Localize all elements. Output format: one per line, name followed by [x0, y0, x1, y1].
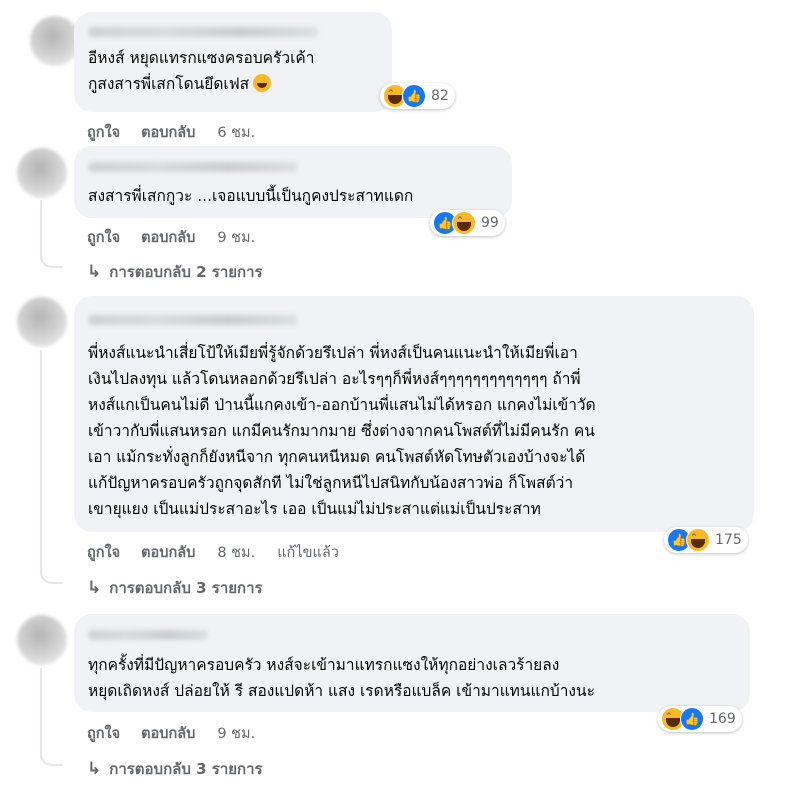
thread-connector [40, 568, 62, 584]
reaction-count: 99 [481, 215, 499, 231]
edited-indicator[interactable]: แก้ไขแล้ว [277, 541, 339, 564]
reaction-count: 169 [709, 711, 736, 727]
reaction-count: 82 [431, 88, 449, 104]
commenter-name-redacted[interactable] [88, 630, 208, 640]
laughing-emoji-icon [253, 74, 272, 92]
haha-reaction-icon: ^ ^ [686, 528, 710, 552]
comment-text: ทุกครั้งที่มีปัญหาครอบครัว หงส์จะเข้ามาแ… [88, 652, 595, 704]
comment-line: แก้ปัญหาครอบครัวถูกจุดสักที ไม่ใช่ลูกหนี… [88, 474, 574, 492]
commenter-name-redacted[interactable] [88, 315, 298, 325]
timestamp[interactable]: 8 ชม. [217, 541, 255, 564]
view-replies-link[interactable]: ↳ การตอบกลับ 2 รายการ [87, 260, 263, 284]
reply-arrow-icon: ↳ [87, 578, 102, 598]
reaction-summary[interactable]: ^ ^ 👍 82 [380, 83, 455, 109]
comment-line: อีหงส์ หยุดแทรกแซงครอบครัวเค้า [88, 49, 315, 67]
like-button[interactable]: ถูกใจ [87, 722, 120, 745]
view-replies-link[interactable]: ↳ การตอบกลับ 3 รายการ [87, 757, 263, 781]
like-button[interactable]: ถูกใจ [87, 541, 120, 564]
comment-actions: ถูกใจ ตอบกลับ 9 ชม. [87, 226, 255, 249]
comment-line: หงส์แกเป็นคนไม่ดี ป่านนี้แกคงเข้า-ออกบ้า… [88, 396, 596, 414]
thread-connector [40, 750, 62, 766]
comment-line: เอา แม้กระทั่งลูกก็ยังหนีจาก ทุกคนหนีหมด… [88, 448, 586, 466]
reply-button[interactable]: ตอบกลับ [141, 226, 195, 249]
comment-actions: ถูกใจ ตอบกลับ 8 ชม. แก้ไขแล้ว [87, 541, 339, 564]
comment-line: กูสงสารพี่เสกโดนยึดเฟส [88, 75, 250, 93]
comment-line: เขายุแยง เป็นแม่ประสาอะไร เออ เป็นแม่ไม่… [88, 500, 541, 518]
commenter-name-redacted[interactable] [88, 27, 318, 37]
reply-button[interactable]: ตอบกลับ [141, 121, 195, 144]
like-reaction-icon: 👍 [680, 707, 704, 731]
reaction-summary[interactable]: 👍 ^ ^ 99 [430, 210, 505, 236]
comment-text: สงสารพี่เสกกูวะ ...เจอแบบนี้เป็นกูคงประส… [88, 183, 413, 209]
like-button[interactable]: ถูกใจ [87, 121, 120, 144]
comment-line: เงินไปลงทุน แล้วโดนหลอกด้วยรึเปล่า อะไรๆ… [88, 370, 581, 388]
replies-count-label: การตอบกลับ 2 รายการ [109, 263, 263, 281]
comment-text: พี่หงส์แนะนำเสี่ยโป้ให้เมียพี่รู้จักด้วย… [88, 340, 596, 522]
avatar[interactable] [17, 148, 67, 198]
comment-line: หยุดเถิดหงส์ ปล่อยให้ รี สองแปดห้า แสง เ… [88, 682, 595, 700]
reply-arrow-icon: ↳ [87, 759, 102, 779]
timestamp[interactable]: 6 ชม. [217, 121, 255, 144]
timestamp[interactable]: 9 ชม. [217, 226, 255, 249]
reply-arrow-icon: ↳ [87, 262, 102, 282]
like-reaction-icon: 👍 [402, 84, 426, 108]
timestamp[interactable]: 9 ชม. [217, 722, 255, 745]
replies-count-label: การตอบกลับ 3 รายการ [109, 760, 263, 778]
comment-line: สงสารพี่เสกกูวะ ...เจอแบบนี้เป็นกูคงประส… [88, 187, 414, 205]
comment-line: เข้าวากับพี่แสนหรอก แกมีคนรักมากมาย ซึ่ง… [88, 422, 595, 440]
comment-line: พี่หงส์แนะนำเสี่ยโป้ให้เมียพี่รู้จักด้วย… [88, 344, 578, 362]
haha-reaction-icon: ^ ^ [452, 211, 476, 235]
avatar[interactable] [30, 16, 80, 66]
view-replies-link[interactable]: ↳ การตอบกลับ 3 รายการ [87, 576, 263, 600]
thread-line [40, 350, 42, 575]
avatar[interactable] [17, 615, 67, 665]
reply-button[interactable]: ตอบกลับ [141, 722, 195, 745]
reaction-count: 175 [715, 532, 742, 548]
comment-text: อีหงส์ หยุดแทรกแซงครอบครัวเค้า กูสงสารพี… [88, 45, 314, 97]
thread-line [40, 200, 42, 260]
like-button[interactable]: ถูกใจ [87, 226, 120, 249]
reaction-summary[interactable]: ^ ^ 👍 169 [658, 706, 742, 732]
thread-connector [40, 252, 62, 268]
avatar[interactable] [17, 297, 67, 347]
reply-button[interactable]: ตอบกลับ [141, 541, 195, 564]
commenter-name-redacted[interactable] [88, 162, 298, 172]
thread-line [40, 668, 42, 758]
comment-actions: ถูกใจ ตอบกลับ 9 ชม. [87, 722, 255, 745]
comment-line: ทุกครั้งที่มีปัญหาครอบครัว หงส์จะเข้ามาแ… [88, 656, 560, 674]
comment-actions: ถูกใจ ตอบกลับ 6 ชม. [87, 121, 255, 144]
reaction-summary[interactable]: 👍 ^ ^ 175 [664, 527, 748, 553]
replies-count-label: การตอบกลับ 3 รายการ [109, 579, 263, 597]
